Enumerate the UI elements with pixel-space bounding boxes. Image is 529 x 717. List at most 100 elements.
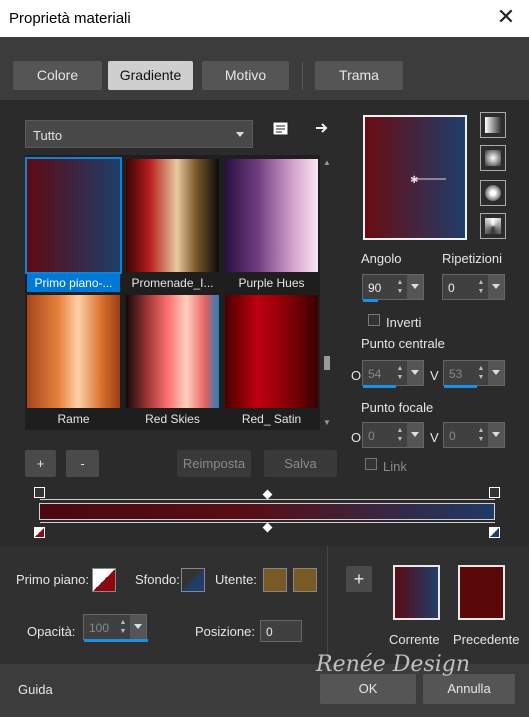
reset-button[interactable]: Reimposta — [177, 450, 251, 477]
opacity-stop-left[interactable] — [34, 487, 45, 498]
linear-style-icon[interactable] — [480, 112, 506, 138]
gradient-thumb-promenade[interactable]: Promenade_I... — [126, 159, 219, 290]
gradient-swatch — [225, 159, 318, 272]
center-v-field[interactable]: 53 ▲ ▼ — [443, 360, 505, 388]
gradient-thumb-rame[interactable]: Rame — [27, 295, 120, 426]
svg-text:✱: ✱ — [410, 175, 418, 186]
focal-o-field[interactable]: 0 ▲ ▼ — [362, 422, 424, 448]
previous-swatch[interactable] — [458, 565, 505, 620]
angle-value: 90 — [368, 281, 382, 295]
color-stop-left[interactable] — [34, 527, 45, 538]
gradient-editor-icon[interactable] — [272, 120, 290, 143]
chevron-down-icon — [236, 132, 244, 137]
tab-trama[interactable]: Trama — [315, 61, 403, 90]
repeats-label: Ripetizioni — [442, 251, 502, 266]
position-label: Posizione: — [195, 624, 255, 639]
add-to-swatches-button[interactable]: + — [346, 566, 372, 592]
focal-o-value: 0 — [368, 429, 375, 443]
window-title: Proprietà materiali — [9, 10, 131, 27]
dropdown-icon[interactable] — [130, 615, 146, 639]
gradient-preview[interactable]: ✱ — [363, 115, 467, 240]
bottom-separator — [327, 546, 328, 664]
opacity-field[interactable]: 100 ▲ ▼ — [83, 614, 148, 642]
gradient-swatch — [27, 295, 120, 408]
help-button[interactable]: Guida — [18, 682, 53, 697]
repeats-field[interactable]: 0 ▲ ▼ — [442, 274, 505, 300]
stepper-icon[interactable]: ▲ ▼ — [395, 426, 405, 444]
rectangular-style-icon[interactable] — [480, 145, 506, 171]
gradient-swatch — [225, 295, 318, 408]
center-o-slider-bar — [363, 385, 396, 388]
stepper-icon[interactable]: ▲ ▼ — [395, 364, 405, 382]
opacity-slider-bar — [84, 639, 148, 642]
opacity-label: Opacità: — [27, 624, 76, 639]
add-gradient-button[interactable]: + — [25, 450, 56, 477]
gradient-bar[interactable] — [39, 503, 495, 520]
gradient-name: Purple Hues — [238, 276, 305, 290]
dropdown-icon[interactable] — [488, 361, 504, 385]
dropdown-icon[interactable] — [407, 423, 423, 447]
foreground-swatch[interactable] — [92, 568, 116, 592]
arrow-right-icon[interactable] — [314, 120, 330, 141]
gradient-thumb-red-satin[interactable]: Red_ Satin — [225, 295, 318, 426]
dropdown-icon[interactable] — [488, 275, 504, 299]
opacity-stop-right[interactable] — [489, 487, 500, 498]
invert-checkbox[interactable] — [368, 314, 380, 326]
user-swatch-small[interactable] — [263, 568, 287, 592]
ok-button[interactable]: OK — [320, 674, 416, 704]
focal-point-label: Punto focale — [361, 400, 434, 415]
background-label: Sfondo: — [135, 572, 180, 587]
stepper-icon[interactable]: ▲ ▼ — [476, 426, 486, 444]
scroll-up-icon[interactable]: ▲ — [322, 158, 332, 167]
invert-label: Inverti — [386, 315, 422, 330]
stepper-icon[interactable]: ▲ ▼ — [476, 278, 486, 296]
focal-v-field[interactable]: 0 ▲ ▼ — [443, 422, 505, 448]
link-label: Link — [383, 459, 407, 474]
center-o-field[interactable]: 54 ▲ ▼ — [362, 360, 424, 388]
focal-o-label: O — [351, 430, 362, 445]
category-value: Tutto — [33, 128, 63, 143]
center-o-value: 54 — [368, 367, 382, 381]
user-label: Utente: — [215, 572, 257, 587]
gradient-name: Primo piano-... — [27, 274, 120, 292]
previous-label: Precedente — [453, 632, 520, 647]
user-swatch[interactable] — [293, 568, 317, 592]
repeats-value: 0 — [448, 281, 455, 295]
focal-v-label: V — [430, 430, 439, 445]
gradient-name: Red Skies — [145, 412, 200, 426]
dropdown-icon[interactable] — [488, 423, 504, 447]
sunburst-style-icon[interactable] — [480, 180, 506, 206]
dropdown-icon[interactable] — [407, 275, 423, 299]
scroll-down-icon[interactable]: ▼ — [322, 418, 332, 427]
current-swatch[interactable] — [393, 565, 440, 620]
current-label: Corrente — [389, 632, 440, 647]
background-swatch[interactable] — [181, 568, 205, 592]
watermark-text: Renée Design — [316, 652, 471, 677]
link-checkbox[interactable] — [365, 458, 377, 470]
tab-gradiente[interactable]: Gradiente — [108, 61, 193, 90]
gradient-thumb-primo-piano[interactable]: Primo piano-... — [25, 157, 122, 292]
gradient-name: Promenade_I... — [131, 276, 214, 290]
tab-colore[interactable]: Colore — [13, 61, 102, 90]
materials-area — [0, 546, 529, 664]
category-dropdown[interactable]: Tutto — [25, 120, 253, 148]
remove-gradient-button[interactable]: - — [66, 450, 99, 477]
dropdown-icon[interactable] — [407, 361, 423, 385]
gradient-swatch — [126, 159, 219, 272]
color-stop-right[interactable] — [489, 527, 500, 538]
stepper-icon[interactable]: ▲ ▼ — [395, 278, 405, 296]
radial-style-icon[interactable] — [480, 213, 506, 239]
stepper-icon[interactable]: ▲ ▼ — [476, 364, 486, 382]
gradient-thumb-red-skies[interactable]: Red Skies — [126, 295, 219, 426]
center-point-label: Punto centrale — [361, 336, 445, 351]
gallery-scrollbar[interactable]: ▲ ▼ — [322, 158, 332, 428]
close-icon[interactable]: ✕ — [493, 4, 519, 30]
cancel-button[interactable]: Annulla — [423, 674, 515, 704]
gradient-thumb-purple-hues[interactable]: Purple Hues — [225, 159, 318, 290]
position-field[interactable]: 0 — [260, 620, 302, 642]
angle-field[interactable]: 90 ▲ ▼ — [362, 274, 424, 302]
stepper-icon[interactable]: ▲ ▼ — [118, 618, 128, 636]
save-button[interactable]: Salva — [264, 450, 337, 477]
scroll-thumb[interactable] — [324, 356, 330, 370]
tab-motivo[interactable]: Motivo — [202, 61, 289, 90]
